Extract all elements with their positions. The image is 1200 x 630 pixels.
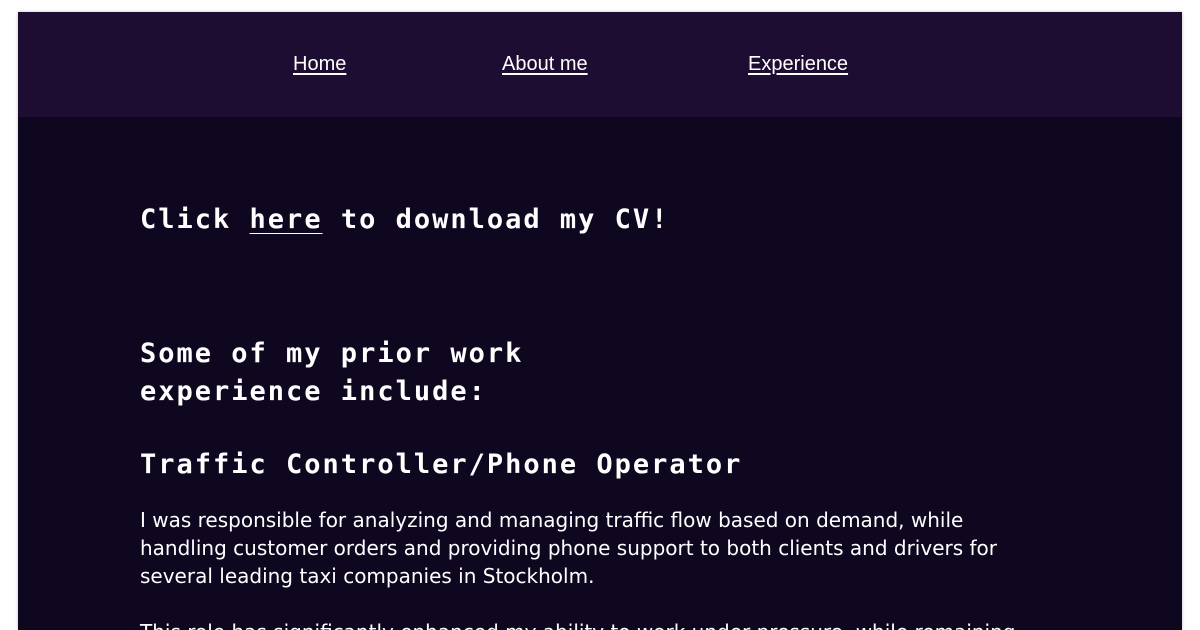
cv-suffix-text: to download my CV! bbox=[322, 204, 670, 235]
nav-link-home[interactable]: Home bbox=[293, 53, 346, 76]
page-frame: Home About me Experience Click here to d… bbox=[18, 12, 1182, 630]
cv-download-link[interactable]: here bbox=[250, 204, 323, 235]
experience-intro-heading: Some of my prior work experience include… bbox=[140, 338, 524, 407]
top-navbar: Home About me Experience bbox=[18, 12, 1182, 117]
nav-link-experience[interactable]: Experience bbox=[748, 53, 848, 76]
nav-link-about-me[interactable]: About me bbox=[502, 53, 588, 76]
job-description: I was responsible for analyzing and mana… bbox=[140, 508, 998, 588]
job-description-continued: This role has significantly enhanced my … bbox=[140, 618, 1060, 630]
cv-prefix-text: Click bbox=[140, 204, 250, 235]
cv-download-line: Click here to download my CV! bbox=[140, 204, 669, 235]
job-title: Traffic Controller/Phone Operator bbox=[140, 449, 743, 480]
